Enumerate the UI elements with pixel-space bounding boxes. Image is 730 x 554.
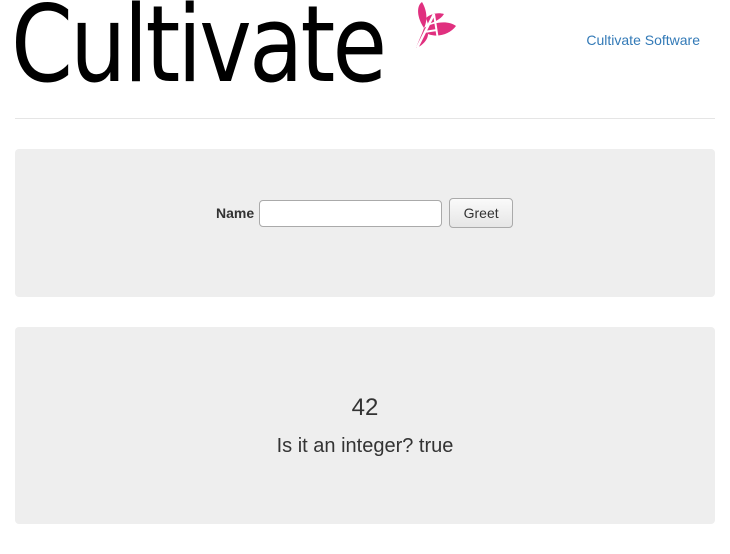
cultivate-software-link[interactable]: Cultivate Software (586, 32, 700, 48)
is-integer-text: Is it an integer? true (276, 435, 454, 457)
logo-wordmark: Cultivate (11, 0, 387, 106)
name-label: Name (216, 205, 255, 221)
butterfly-logo-icon (415, 2, 456, 49)
greet-form-panel: Name Greet (15, 149, 715, 297)
name-input[interactable] (259, 199, 443, 227)
result-number: 42 (351, 394, 379, 421)
greet-button[interactable]: Greet (449, 198, 514, 228)
page: Cultivate Cultivate Software Name Greet … (0, 0, 730, 554)
cultivate-logo: Cultivate (11, 0, 456, 104)
header: Cultivate Cultivate Software (11, 0, 715, 119)
greet-form: Name Greet (216, 198, 514, 228)
result-panel: 42 Is it an integer? true (15, 327, 715, 524)
